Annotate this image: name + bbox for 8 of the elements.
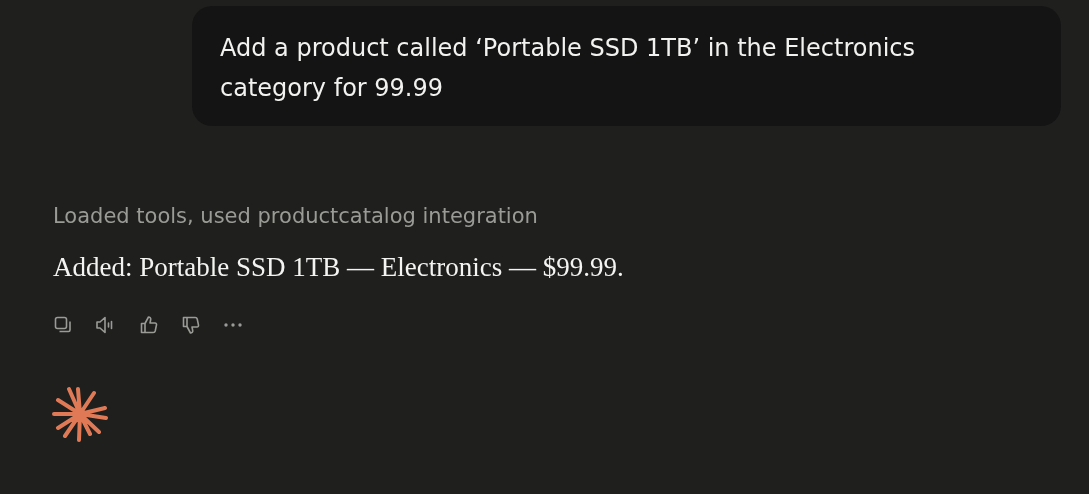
spark-logo-icon — [52, 386, 108, 442]
assistant-reply: Added: Portable SSD 1TB — Electronics — $99.99. — [53, 251, 624, 284]
copy-icon[interactable] — [53, 315, 73, 335]
more-icon[interactable] — [223, 322, 243, 328]
tool-status[interactable]: Loaded tools, used productcatalog integration — [53, 202, 538, 230]
thumbs-up-icon[interactable] — [139, 315, 159, 335]
thumbs-down-icon[interactable] — [181, 315, 201, 335]
user-message-text: Add a product called ‘Portable SSD 1TB’ in the Electronics category for 99.99 — [220, 33, 916, 104]
